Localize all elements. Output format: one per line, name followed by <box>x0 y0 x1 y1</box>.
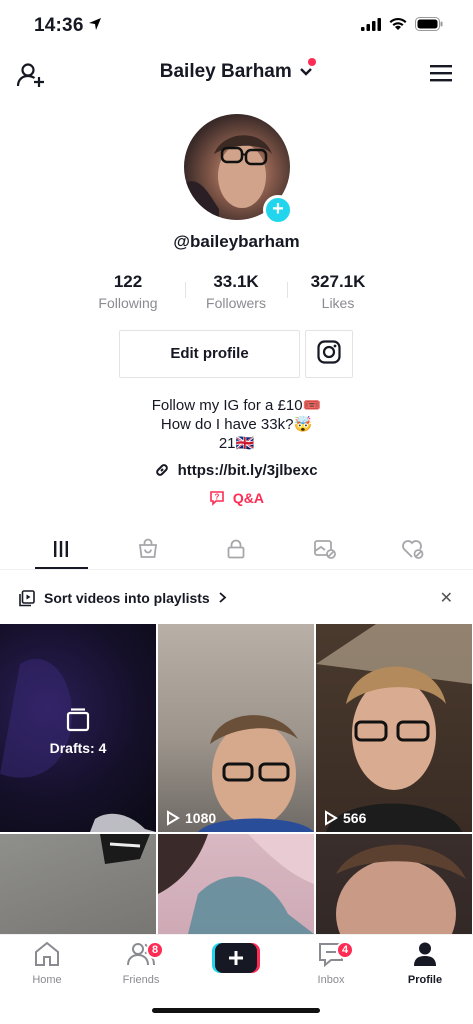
profile-tabs <box>0 534 473 570</box>
drafts-label: Drafts: 4 <box>0 708 156 756</box>
tab-private[interactable] <box>216 538 256 564</box>
playlist-banner[interactable]: Sort videos into playlists ✕ <box>0 584 473 614</box>
video-tile[interactable]: 566 <box>316 624 472 832</box>
username: @baileybarham <box>173 232 300 251</box>
stat-following[interactable]: 122 Following <box>78 272 178 311</box>
shop-bag-icon <box>137 538 159 565</box>
menu-icon[interactable] <box>429 63 453 87</box>
drafts-tile[interactable]: Drafts: 4 <box>0 624 156 832</box>
video-tile[interactable]: 1080 <box>158 624 314 832</box>
stat-value: 122 <box>113 272 143 291</box>
stat-label: Likes <box>321 295 355 311</box>
stat-followers[interactable]: 33.1K Followers <box>186 272 286 311</box>
playlist-icon <box>19 590 35 612</box>
profile-icon <box>412 942 438 971</box>
friends-badge: 8 <box>146 941 164 959</box>
play-icon <box>167 810 180 826</box>
video-grid: Drafts: 4 1080 566 <box>0 624 473 934</box>
liked-heart-icon <box>401 538 425 565</box>
nav-label: Profile <box>407 974 443 986</box>
tab-tagged[interactable] <box>305 538 345 564</box>
tagged-icon <box>313 538 337 565</box>
bio-line: How do I have 33k?🤯 <box>160 416 313 433</box>
svg-text:?: ? <box>215 493 220 502</box>
video-tile[interactable] <box>158 834 314 934</box>
active-tab-indicator <box>35 567 88 569</box>
status-time: 14:36 <box>34 15 84 36</box>
stat-value: 33.1K <box>213 272 259 291</box>
view-count: 1080 <box>166 810 216 826</box>
location-arrow-icon <box>88 17 102 36</box>
qa-label: Q&A <box>232 490 264 506</box>
bio-line: Follow my IG for a £10🎟️ <box>151 397 322 414</box>
videos-grid-icon <box>52 540 70 563</box>
instagram-button[interactable] <box>305 330 353 378</box>
nav-label: Inbox <box>317 974 345 986</box>
nav-label: Friends <box>122 974 160 986</box>
stat-label: Followers <box>206 295 266 311</box>
nav-home[interactable]: Home <box>12 941 82 986</box>
battery-icon <box>415 17 443 36</box>
qa-link[interactable]: ? Q&A <box>0 490 473 506</box>
tab-shop[interactable] <box>128 538 168 564</box>
inbox-badge: 4 <box>336 941 354 959</box>
bio-link-text: https://bit.ly/3jlbexc <box>177 462 318 479</box>
video-tile[interactable] <box>0 834 156 934</box>
play-icon <box>325 810 338 826</box>
link-icon <box>155 462 177 479</box>
page-title: Bailey Barham <box>159 61 292 82</box>
notification-dot <box>308 58 316 66</box>
create-button[interactable] <box>212 943 260 973</box>
close-icon[interactable]: ✕ <box>440 588 453 608</box>
tab-videos[interactable] <box>41 538 81 564</box>
bio: Follow my IG for a £10🎟️ How do I have 3… <box>0 396 473 453</box>
playlist-label: Sort videos into playlists <box>44 590 227 606</box>
bio-line: 21🇬🇧 <box>218 435 255 452</box>
account-switcher[interactable]: Bailey Barham <box>0 61 473 83</box>
nav-friends[interactable]: 8 Friends <box>106 941 176 986</box>
status-bar: 14:36 <box>0 0 473 50</box>
edit-profile-button[interactable]: Edit profile <box>119 330 300 378</box>
stat-value: 327.1K <box>310 272 366 291</box>
question-bubble-icon: ? <box>209 490 233 506</box>
stat-likes[interactable]: 327.1K Likes <box>288 272 388 311</box>
bio-link[interactable]: https://bit.ly/3jlbexc <box>0 462 473 479</box>
nav-profile[interactable]: Profile <box>390 941 460 986</box>
nav-inbox[interactable]: 4 Inbox <box>296 941 366 986</box>
lock-icon <box>225 538 247 565</box>
wifi-icon <box>389 17 407 36</box>
view-count: 566 <box>324 810 366 826</box>
signal-icon <box>361 17 381 36</box>
tab-liked[interactable] <box>393 538 433 564</box>
video-tile[interactable] <box>316 834 472 934</box>
stat-label: Following <box>98 295 158 311</box>
profile-header: Bailey Barham <box>0 55 473 95</box>
nav-label: Home <box>32 974 62 986</box>
home-indicator <box>152 1008 320 1013</box>
chevron-down-icon <box>299 64 313 82</box>
add-avatar-button[interactable]: + <box>263 195 293 225</box>
instagram-icon <box>317 339 341 369</box>
home-icon <box>33 941 61 971</box>
